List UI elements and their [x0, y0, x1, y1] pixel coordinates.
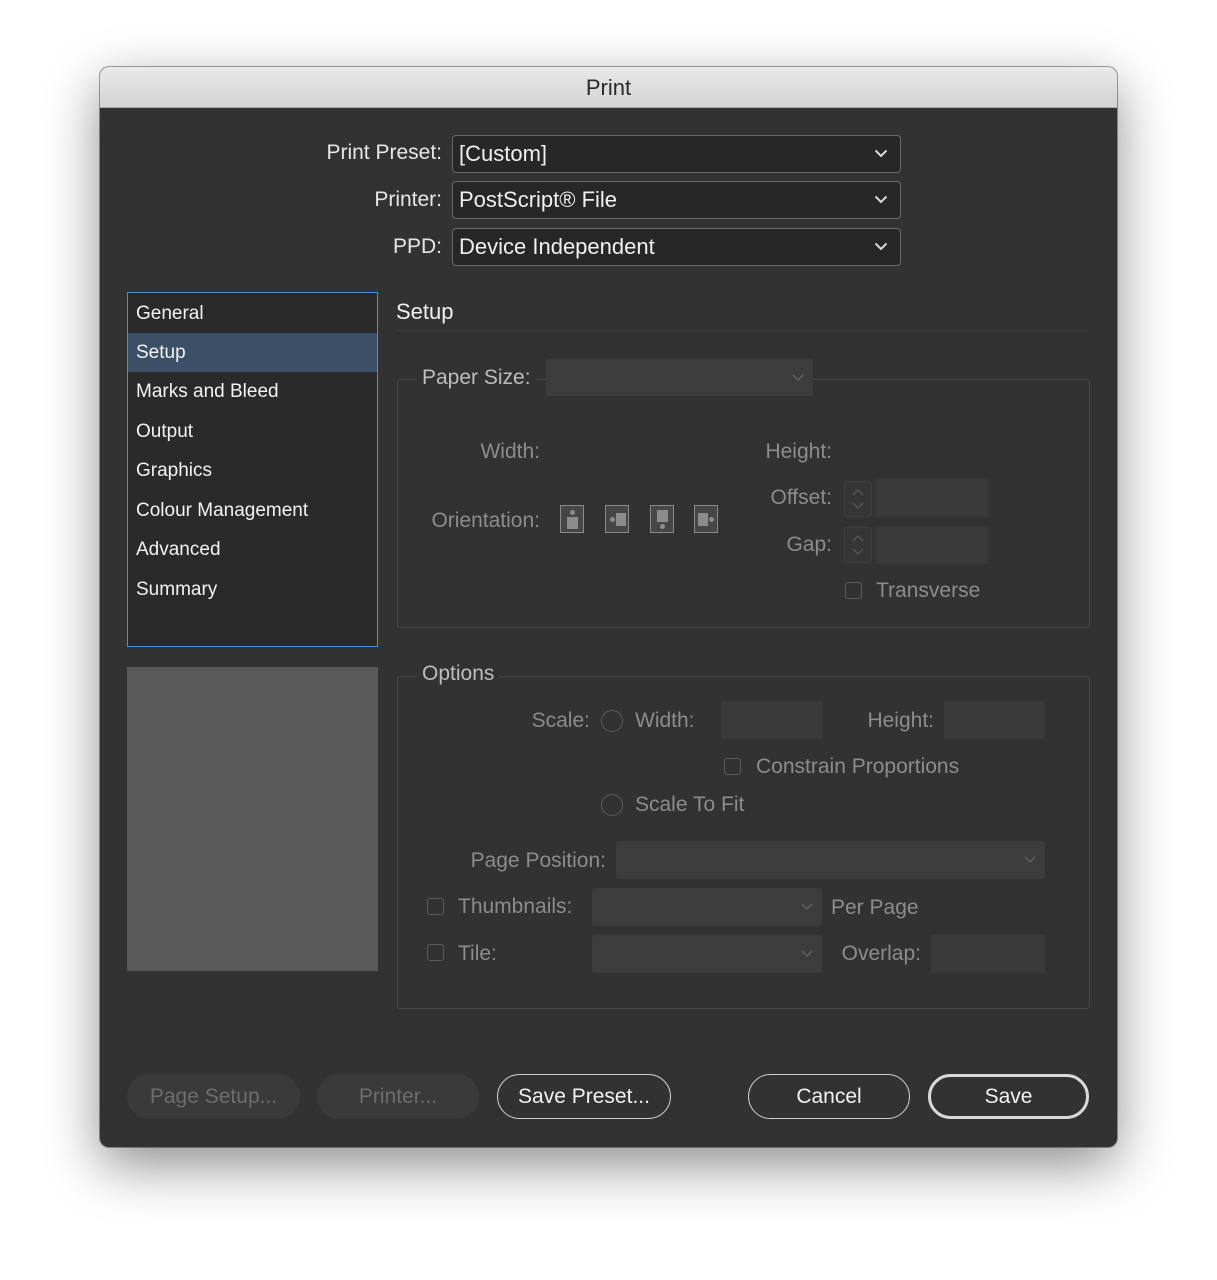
- offset-label: Offset:: [770, 486, 832, 509]
- print-category-list: General Setup Marks and Bleed Output Gra…: [127, 292, 378, 647]
- ppd-label: PPD:: [392, 235, 442, 258]
- thumbnails-checkbox[interactable]: [427, 898, 444, 915]
- chevron-down-icon: [801, 903, 813, 911]
- offset-stepper-icon[interactable]: [844, 481, 872, 517]
- scale-width-label: Width:: [635, 709, 695, 732]
- page-position-select[interactable]: [616, 841, 1045, 879]
- page-setup-button[interactable]: Page Setup...: [127, 1074, 300, 1119]
- nav-item-colour-management[interactable]: Colour Management: [128, 491, 377, 530]
- gap-stepper-icon[interactable]: [844, 527, 872, 563]
- overlap-label: Overlap:: [841, 942, 921, 965]
- page-preview: [127, 667, 378, 971]
- save-button[interactable]: Save: [928, 1074, 1089, 1119]
- transverse-label: Transverse: [876, 579, 981, 602]
- save-preset-button[interactable]: Save Preset...: [497, 1074, 671, 1119]
- tile-select[interactable]: [592, 935, 822, 973]
- scale-width-radio[interactable]: [601, 710, 623, 732]
- chevron-down-icon: [874, 242, 888, 251]
- offset-input[interactable]: [876, 479, 988, 517]
- constrain-proportions-checkbox[interactable]: [724, 758, 741, 775]
- paper-size-label: Paper Size:: [417, 366, 536, 390]
- nav-item-output[interactable]: Output: [128, 412, 377, 451]
- window-title: Print: [100, 67, 1117, 108]
- nav-item-marks-and-bleed[interactable]: Marks and Bleed: [128, 372, 377, 411]
- orientation-label: Orientation:: [431, 509, 540, 532]
- scale-to-fit-radio[interactable]: [601, 794, 623, 816]
- chevron-down-icon: [1024, 856, 1036, 864]
- gap-input[interactable]: [876, 526, 988, 564]
- page-position-label: Page Position:: [470, 849, 606, 872]
- nav-item-summary[interactable]: Summary: [128, 570, 377, 609]
- printer-button[interactable]: Printer...: [317, 1074, 479, 1119]
- options-legend: Options: [417, 662, 500, 686]
- scale-width-input[interactable]: [721, 701, 822, 739]
- nav-item-setup[interactable]: Setup: [128, 333, 377, 372]
- printer-label: Printer:: [374, 188, 442, 211]
- nav-item-general[interactable]: General: [128, 294, 377, 333]
- nav-item-graphics[interactable]: Graphics: [128, 451, 377, 490]
- thumbnails-select[interactable]: [592, 888, 822, 926]
- orientation-reverse-portrait-icon[interactable]: [650, 505, 674, 533]
- section-title: Setup: [396, 299, 454, 324]
- printer-value: PostScript® File: [459, 187, 618, 212]
- scale-label: Scale:: [531, 709, 590, 732]
- constrain-proportions-label: Constrain Proportions: [756, 755, 960, 778]
- orientation-portrait-icon[interactable]: [560, 505, 584, 533]
- printer-select[interactable]: PostScript® File: [452, 181, 901, 219]
- height-label: Height:: [765, 440, 832, 463]
- print-dialog: Print Print Preset: [Custom] Printer: Po…: [100, 67, 1117, 1147]
- thumbnails-label: Thumbnails:: [458, 895, 573, 918]
- print-preset-value: [Custom]: [459, 141, 548, 166]
- ppd-value: Device Independent: [459, 234, 655, 259]
- print-preset-select[interactable]: [Custom]: [452, 135, 901, 173]
- tile-label: Tile:: [458, 942, 497, 965]
- chevron-down-icon: [801, 950, 813, 958]
- cancel-button[interactable]: Cancel: [748, 1074, 910, 1119]
- section-divider: [396, 330, 1088, 331]
- transverse-checkbox[interactable]: [845, 582, 862, 599]
- overlap-input[interactable]: [931, 935, 1045, 973]
- tile-checkbox[interactable]: [427, 944, 444, 961]
- ppd-select[interactable]: Device Independent: [452, 228, 901, 266]
- nav-item-advanced[interactable]: Advanced: [128, 530, 377, 569]
- scale-height-label: Height:: [867, 709, 934, 732]
- width-label: Width:: [480, 440, 540, 463]
- per-page-label: Per Page: [831, 896, 919, 919]
- chevron-down-icon: [874, 149, 888, 158]
- orientation-landscape-icon[interactable]: [605, 505, 629, 533]
- chevron-down-icon: [874, 195, 888, 204]
- scale-to-fit-label: Scale To Fit: [635, 793, 745, 816]
- chevron-down-icon: [792, 373, 804, 381]
- print-preset-label: Print Preset:: [326, 141, 442, 164]
- gap-label: Gap:: [786, 533, 832, 556]
- paper-size-select[interactable]: [546, 359, 813, 396]
- scale-height-input[interactable]: [944, 701, 1045, 739]
